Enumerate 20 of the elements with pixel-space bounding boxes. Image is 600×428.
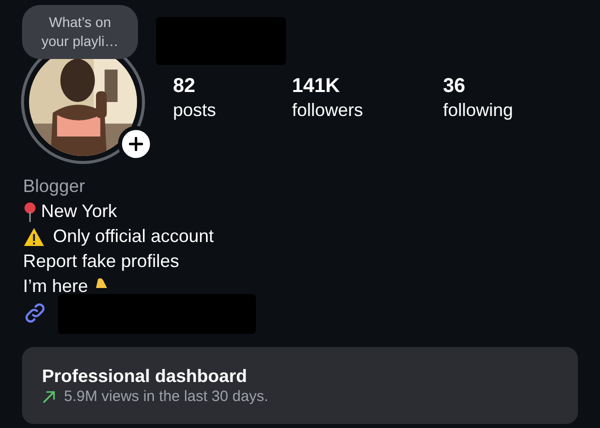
- link-icon[interactable]: [23, 301, 47, 325]
- dashboard-card[interactable]: Professional dashboard 5.9M views in the last 30 days.: [22, 347, 578, 424]
- trend-arrow-icon: [42, 390, 56, 404]
- stat-label[interactable]: following: [443, 98, 594, 122]
- pin-icon: [23, 202, 37, 222]
- stat-count: 36: [443, 74, 466, 98]
- bio-line: I’m here: [23, 275, 88, 298]
- stat-label[interactable]: followers: [292, 98, 443, 122]
- bio-line: Report fake profiles: [23, 250, 180, 273]
- warning-icon: [23, 226, 45, 246]
- stat-label[interactable]: posts: [173, 98, 292, 122]
- stat-count: 141K: [292, 74, 341, 98]
- stat-count: 82: [173, 74, 196, 98]
- note-tooltip[interactable]: What’s on your playli…: [22, 5, 138, 59]
- plus-icon: [129, 137, 143, 151]
- dashboard-subtitle: 5.9M views in the last 30 days.: [64, 387, 268, 407]
- bio-line: New York: [41, 200, 118, 223]
- bio-category: Blogger: [23, 175, 86, 198]
- bio-line: Only official account: [53, 225, 214, 248]
- dashboard-title: Professional dashboard: [42, 365, 248, 387]
